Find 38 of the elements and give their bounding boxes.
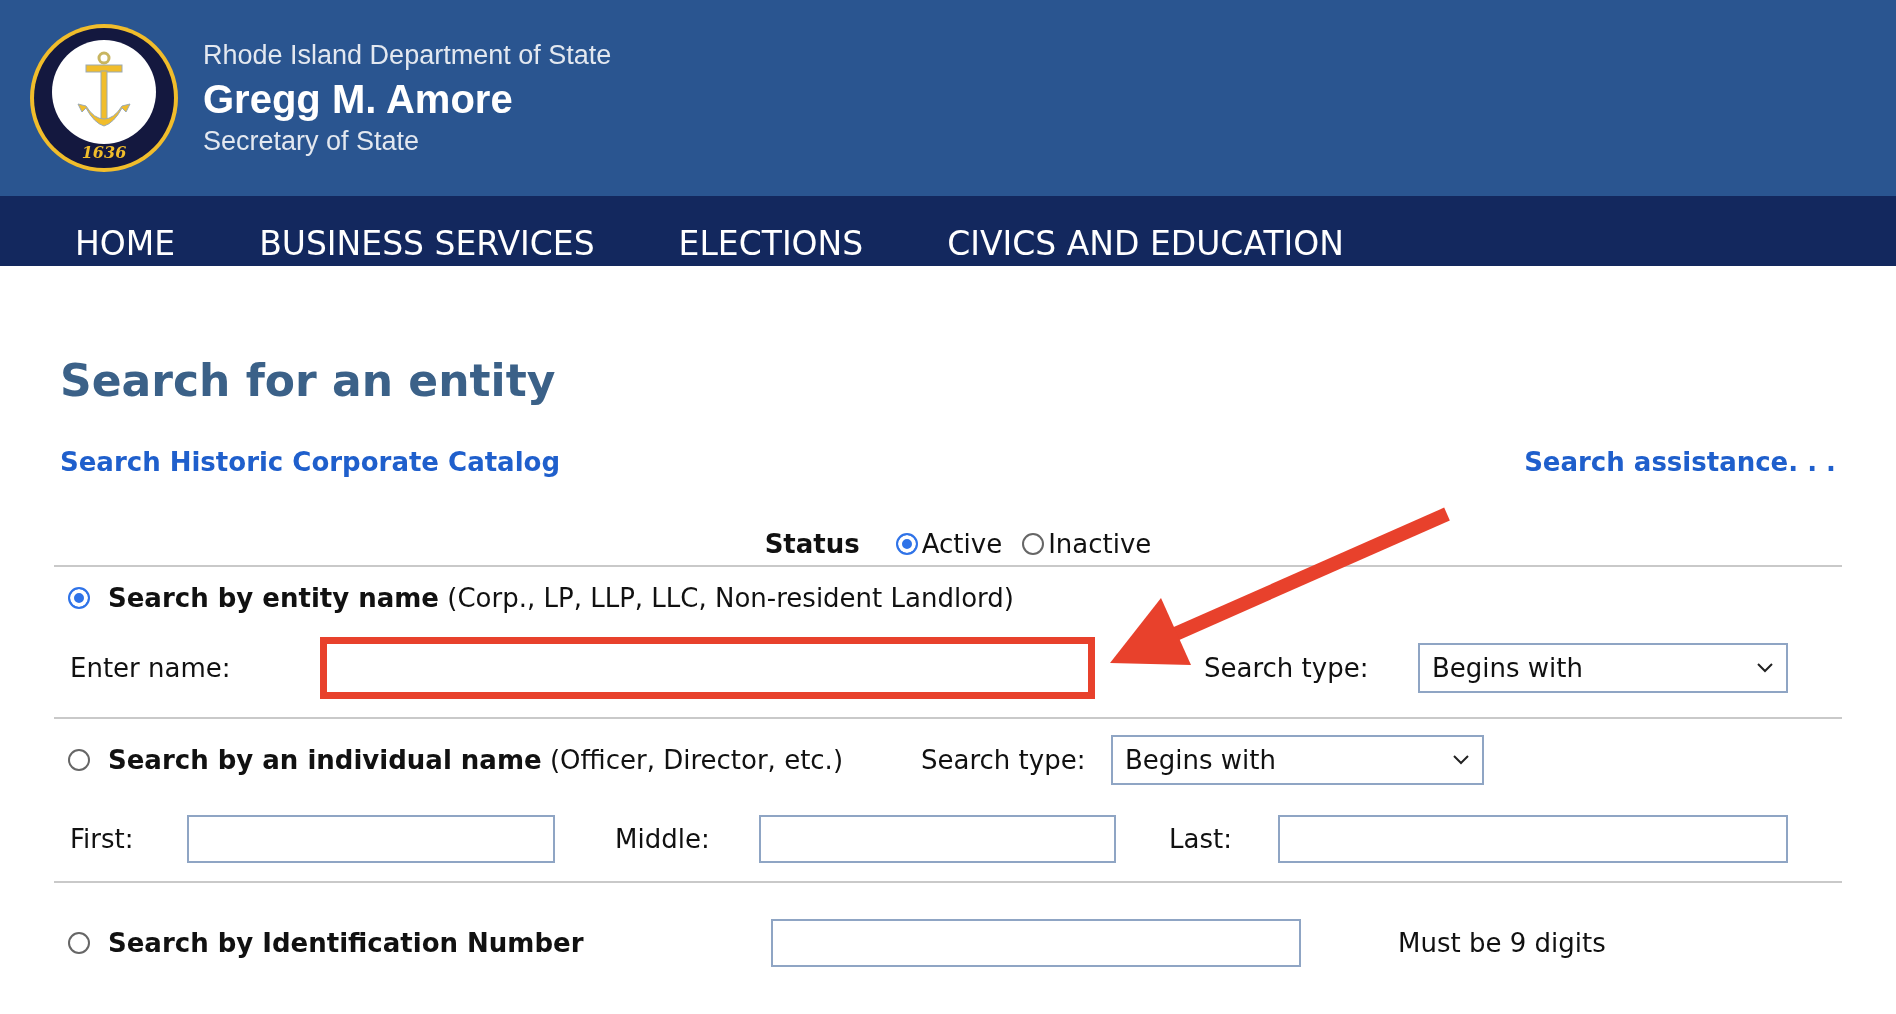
department-name: Rhode Island Department of State	[203, 39, 612, 71]
nav-link[interactable]: BUSINESS SERVICES	[259, 224, 595, 264]
hint-text: Must be 9 digits	[1398, 927, 1606, 958]
dropdown[interactable]: Begins with	[1418, 642, 1788, 693]
input-field[interactable]	[759, 814, 1116, 863]
field-label: Search type:	[1203, 652, 1370, 683]
radio-button[interactable]	[68, 931, 90, 954]
nav-link[interactable]: CIVICS AND EDUCATION	[947, 224, 1344, 264]
field-label: Last:	[1168, 823, 1233, 854]
radio-button[interactable]	[895, 532, 918, 555]
link[interactable]: Search Historic Corporate Catalog	[60, 446, 561, 477]
chevron-down-icon	[1756, 661, 1774, 674]
option-label[interactable]: Search by Identification Number	[108, 927, 584, 958]
state-seal-logo: 1636	[28, 22, 180, 174]
field-label: Search type:	[920, 744, 1087, 775]
input-field[interactable]	[771, 918, 1301, 967]
link[interactable]: Search assistance. . .	[1524, 446, 1836, 477]
radio-button[interactable]	[68, 748, 90, 771]
status-label: Status	[764, 528, 860, 559]
nav-link[interactable]: ELECTIONS	[678, 224, 864, 264]
option-label[interactable]: Search by an individual name (Officer, Director, etc.)	[108, 744, 844, 775]
field-label: Middle:	[614, 823, 711, 854]
radio-button[interactable]	[1022, 532, 1045, 555]
radio-label[interactable]: Inactive	[1048, 528, 1152, 559]
field-label: Enter name:	[69, 652, 232, 683]
official-title: Secretary of State	[203, 125, 421, 157]
official-name: Gregg M. Amore	[203, 76, 514, 122]
field-label: First:	[69, 823, 135, 854]
input-field[interactable]	[320, 636, 1095, 699]
input-field[interactable]	[1278, 814, 1788, 863]
nav-link[interactable]: HOME	[75, 224, 176, 264]
radio-button[interactable]	[68, 586, 90, 609]
input-field[interactable]	[187, 814, 555, 863]
dropdown[interactable]: Begins with	[1111, 734, 1484, 785]
option-label[interactable]: Search by entity name (Corp., LP, LLP, LLC, Non-resident Landlord)	[108, 582, 1014, 613]
radio-label[interactable]: Active	[921, 528, 1003, 559]
page-title: Search for an entity	[60, 354, 557, 408]
chevron-down-icon	[1452, 753, 1470, 766]
